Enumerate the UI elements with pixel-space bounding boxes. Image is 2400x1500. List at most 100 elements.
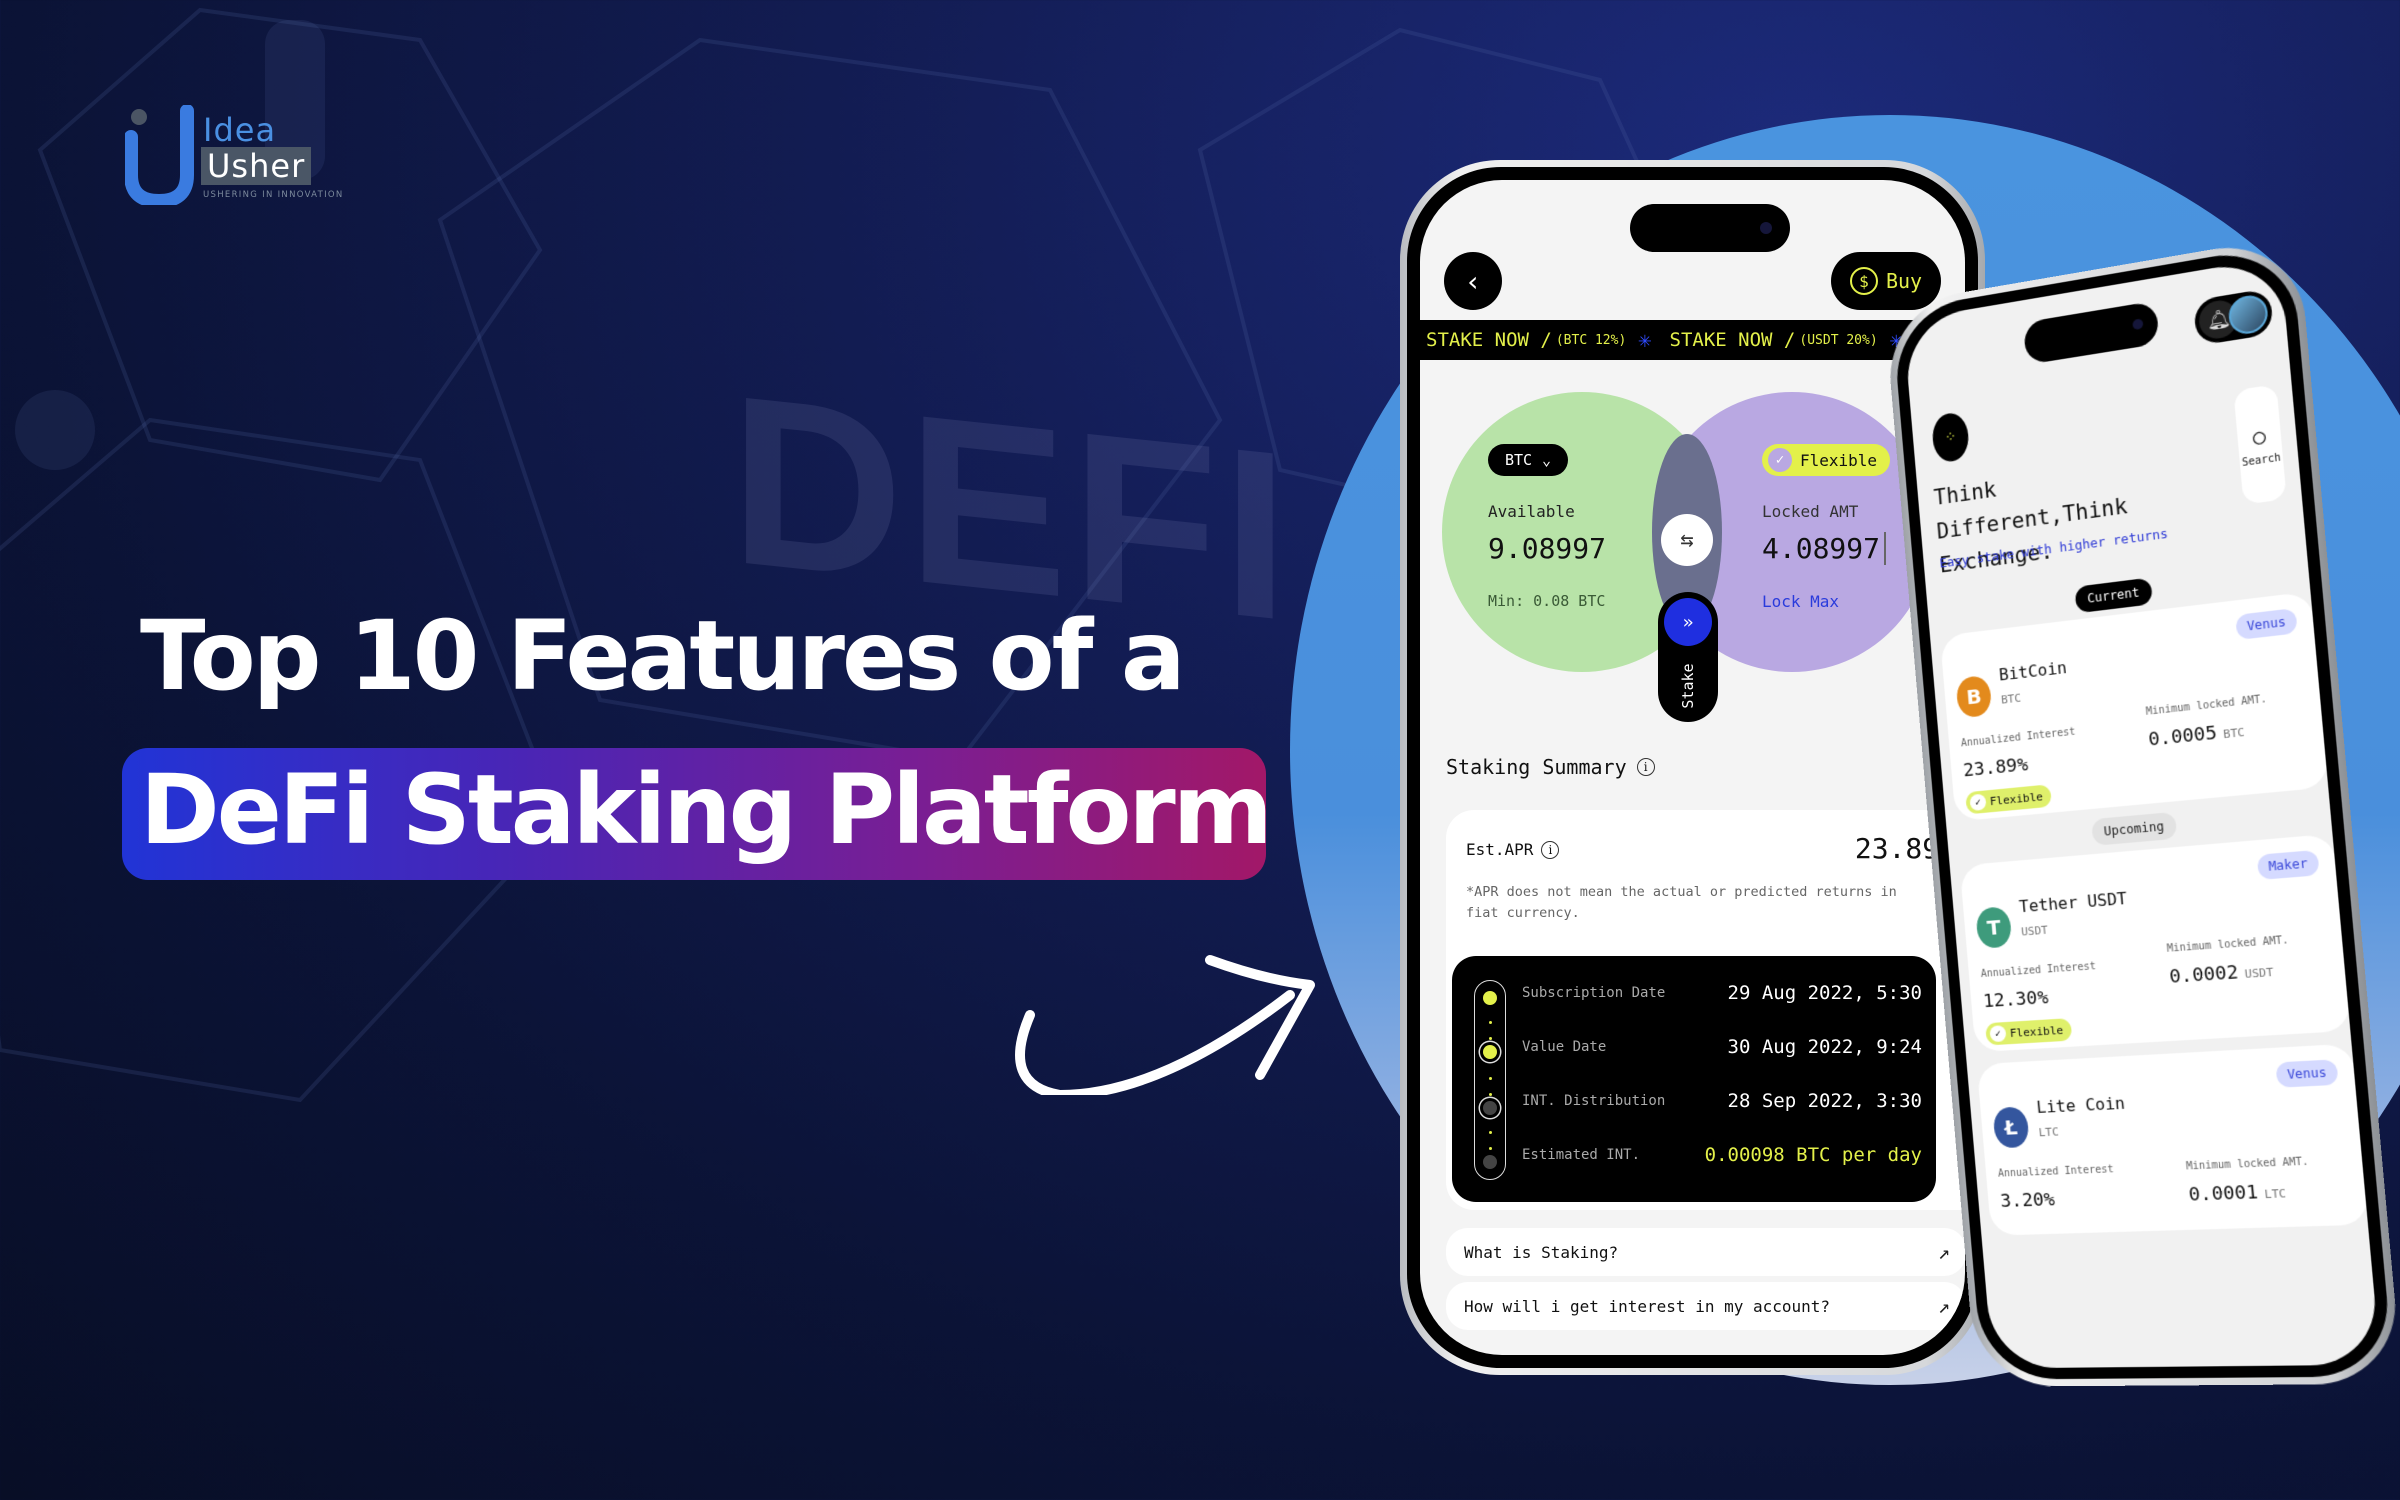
apr-label: Est.APR (1466, 840, 1534, 859)
timeline-value: 30 Aug 2022, 9:24 (1727, 1036, 1922, 1058)
ticker-detail: (BTC 12%) (1555, 332, 1627, 348)
staking-summary-title: Staking Summary (1446, 755, 1627, 779)
timeline-track (1474, 980, 1506, 1180)
plan-badge: Venus (2235, 607, 2298, 641)
info-icon[interactable]: i (1541, 840, 1560, 859)
coin-card[interactable]: T Tether USDT USDT Maker Annualized Inte… (1959, 833, 2352, 1053)
flexible-tag: ✓ Flexible (1965, 784, 2052, 815)
timeline-dot-pending (1483, 1155, 1497, 1169)
timeline-dot-active (1483, 1045, 1497, 1059)
min-locked-label: Minimum locked AMT. (2145, 693, 2268, 718)
timeline-row: Value Date 30 Aug 2022, 9:24 (1522, 1036, 1922, 1058)
flexible-label: Flexible (1800, 450, 1878, 470)
timeline-row: INT. Distribution 28 Sep 2022, 3:30 (1522, 1090, 1922, 1112)
chevron-left-icon: ‹ (1464, 264, 1482, 298)
ticker-main: STAKE NOW / (1669, 329, 1796, 351)
dynamic-island (2022, 300, 2160, 365)
asset-select[interactable]: BTC ⌄ (1488, 444, 1568, 476)
back-button[interactable]: ‹ (1444, 252, 1502, 310)
timeline-row: Subscription Date 29 Aug 2022, 5:30 (1522, 982, 1922, 1004)
min-amount-label: Min: 0.08 BTC (1488, 592, 1606, 610)
timeline-label: Estimated INT. (1522, 1147, 1641, 1163)
hand-drawn-arrow-icon (1015, 955, 1315, 1095)
arrow-up-right-icon: ↗ (1937, 1240, 1950, 1264)
locked-amount-input[interactable]: 4.08997 (1762, 532, 1887, 565)
stake-now-ticker: STAKE NOW / (BTC 12%) ✳ STAKE NOW / (USD… (1420, 320, 1965, 360)
staking-summary-heading: Staking Summary i (1446, 755, 1655, 779)
min-locked-amount: 0.0002 (2168, 961, 2240, 988)
interest-value: 3.20% (1999, 1188, 2056, 1213)
logo-word-idea: Idea (203, 111, 277, 149)
headline-highlight: DeFi Staking Platform (122, 748, 1273, 880)
flexible-toggle[interactable]: ✓ Flexible (1762, 444, 1890, 476)
search-icon: ○ (2251, 422, 2267, 450)
search-label: Search (2241, 451, 2282, 469)
coin-symbol: BTC (2000, 691, 2022, 707)
coin-card[interactable]: B BitCoin BTC Venus Annualized Interest … (1939, 591, 2330, 822)
lock-max-link[interactable]: Lock Max (1762, 592, 1839, 611)
timeline-label: INT. Distribution (1522, 1093, 1666, 1109)
check-icon: ✓ (1969, 793, 1987, 812)
timeline-label: Subscription Date (1522, 985, 1666, 1001)
stake-venn-panel: BTC ⌄ Available 9.08997 Min: 0.08 BTC ✓ … (1442, 392, 1942, 722)
coin-symbol: USDT (2020, 923, 2049, 939)
min-locked-label: Minimum locked AMT. (2166, 934, 2290, 955)
faq-item[interactable]: How will i get interest in my account? ↗ (1446, 1282, 1965, 1330)
exchange-screen: 🔔︎ ⁘ Think Different,Think Exchange. Eas… (1902, 256, 2381, 1369)
apr-label-row: Est.APR i (1466, 840, 1560, 859)
interest-value: 23.89% (1962, 753, 2029, 782)
headline-line-2: DeFi Staking Platform (140, 754, 1273, 866)
section-upcoming: Upcoming (2090, 811, 2178, 846)
available-value: 9.08997 (1488, 532, 1607, 565)
min-locked-unit: LTC (2263, 1186, 2287, 1202)
asset-select-value: BTC (1504, 451, 1533, 469)
timeline-dot-active (1483, 991, 1497, 1005)
logo-word-usher: Usher (201, 147, 312, 185)
flexible-tag: ✓ Flexible (1985, 1018, 2073, 1046)
info-icon[interactable]: i (1636, 758, 1655, 776)
litecoin-icon: Ł (1992, 1106, 2030, 1149)
headline-line-1: Top 10 Features of a (140, 600, 1186, 712)
coin-symbol: LTC (2038, 1125, 2060, 1140)
swap-button[interactable]: ⇆ (1661, 514, 1713, 566)
staking-timeline: Subscription Date 29 Aug 2022, 5:30 Valu… (1452, 956, 1936, 1202)
asterisk-icon: ✳ (1638, 327, 1652, 353)
ticker-main: STAKE NOW / (1426, 329, 1552, 351)
stake-label: Stake (1679, 663, 1697, 709)
arrow-up-right-icon: ↗ (1937, 1294, 1950, 1318)
timeline-value: 29 Aug 2022, 5:30 (1727, 982, 1922, 1004)
min-locked-unit: USDT (2244, 965, 2274, 982)
timeline-value: 0.00098 BTC per day (1704, 1144, 1922, 1166)
interest-label: Annualized Interest (1980, 960, 2097, 981)
double-chevron-down-icon: » (1664, 598, 1712, 646)
min-locked-label: Minimum locked AMT. (2185, 1156, 2310, 1173)
interest-label: Annualized Interest (1997, 1164, 2115, 1180)
buy-button[interactable]: $ Buy (1831, 252, 1941, 310)
timeline-row: Estimated INT. 0.00098 BTC per day (1522, 1144, 1922, 1166)
faq-question: How will i get interest in my account? (1464, 1296, 1831, 1316)
swap-arrows-icon: ⇆ (1680, 527, 1694, 553)
logo-mark-icon (125, 105, 194, 205)
min-locked-value: 0.0001 LTC (2188, 1181, 2287, 1206)
buy-label: Buy (1885, 269, 1923, 293)
coin-name: BitCoin (1998, 657, 2068, 685)
dollar-coin-icon: $ (1849, 267, 1878, 295)
min-locked-amount: 0.0005 (2147, 722, 2218, 751)
available-label: Available (1488, 502, 1575, 521)
timeline-label: Value Date (1522, 1039, 1607, 1055)
coin-card[interactable]: Ł Lite Coin LTC Venus Annualized Interes… (1976, 1043, 2370, 1236)
interest-label: Annualized Interest (1960, 726, 2076, 750)
min-locked-unit: BTC (2222, 725, 2246, 742)
flexible-tag-label: Flexible (1989, 789, 2044, 808)
timeline-dot-pending (1483, 1101, 1497, 1115)
stake-button[interactable]: » Stake (1658, 592, 1718, 722)
menu-grid-button[interactable]: ⁘ (1930, 410, 1971, 464)
min-locked-value: 0.0005 BTC (2147, 719, 2246, 751)
search-button[interactable]: ○ Search (2233, 384, 2287, 505)
flexible-tag-label: Flexible (2009, 1023, 2064, 1040)
chevron-down-icon: ⌄ (1542, 451, 1552, 469)
coin-name: Lite Coin (2035, 1093, 2126, 1118)
faq-item[interactable]: What is Staking? ↗ (1446, 1228, 1965, 1276)
coin-name: Tether USDT (2018, 888, 2128, 917)
plan-badge: Maker (2256, 849, 2320, 881)
